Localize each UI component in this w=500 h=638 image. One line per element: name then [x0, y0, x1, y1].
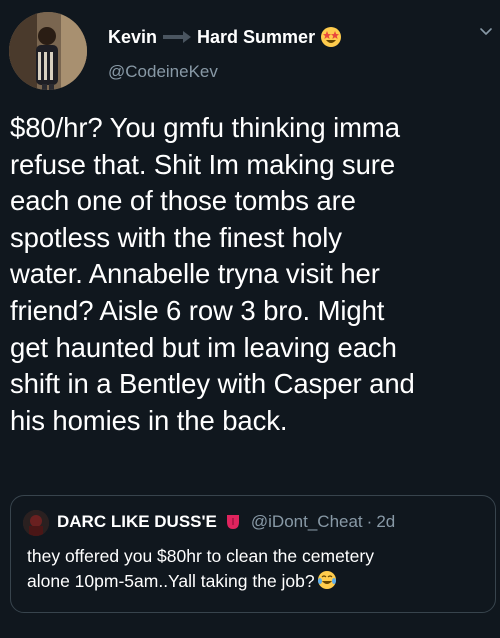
quoted-header: DARC LIKE DUSS'E @iDont_Cheat · 2d: [57, 512, 395, 532]
quoted-tweet[interactable]: DARC LIKE DUSS'E @iDont_Cheat · 2d they …: [10, 495, 496, 613]
quoted-avatar-photo: [23, 510, 49, 536]
arrow-separator-icon: [161, 28, 193, 46]
tears-of-joy-emoji-icon: [317, 571, 336, 589]
quoted-separator: ·: [366, 512, 373, 531]
author-name-row[interactable]: Kevin Hard Summer: [108, 24, 342, 50]
author-name-second: Hard Summer: [197, 26, 316, 47]
tweet-card: Kevin Hard Summer @CodeineKev $80/hr? Yo…: [0, 0, 500, 638]
quoted-author-handle[interactable]: @iDont_Cheat: [251, 512, 363, 532]
chevron-down-icon[interactable]: [478, 24, 494, 40]
star-struck-emoji-icon: [321, 27, 342, 47]
author-name-first: Kevin: [108, 26, 158, 47]
quoted-timestamp[interactable]: 2d: [376, 512, 395, 532]
quoted-text: they offered you $80hr to clean the ceme…: [27, 544, 487, 594]
quoted-author-name[interactable]: DARC LIKE DUSS'E: [57, 512, 217, 532]
quoted-author-avatar[interactable]: [23, 510, 49, 536]
author-avatar[interactable]: [9, 12, 87, 90]
tweet-body: $80/hr? You gmfu thinking imma refuse th…: [10, 112, 415, 436]
author-handle[interactable]: @CodeineKev: [108, 62, 218, 82]
tongue-emoji-icon: [226, 515, 239, 529]
avatar-photo: [9, 12, 87, 90]
